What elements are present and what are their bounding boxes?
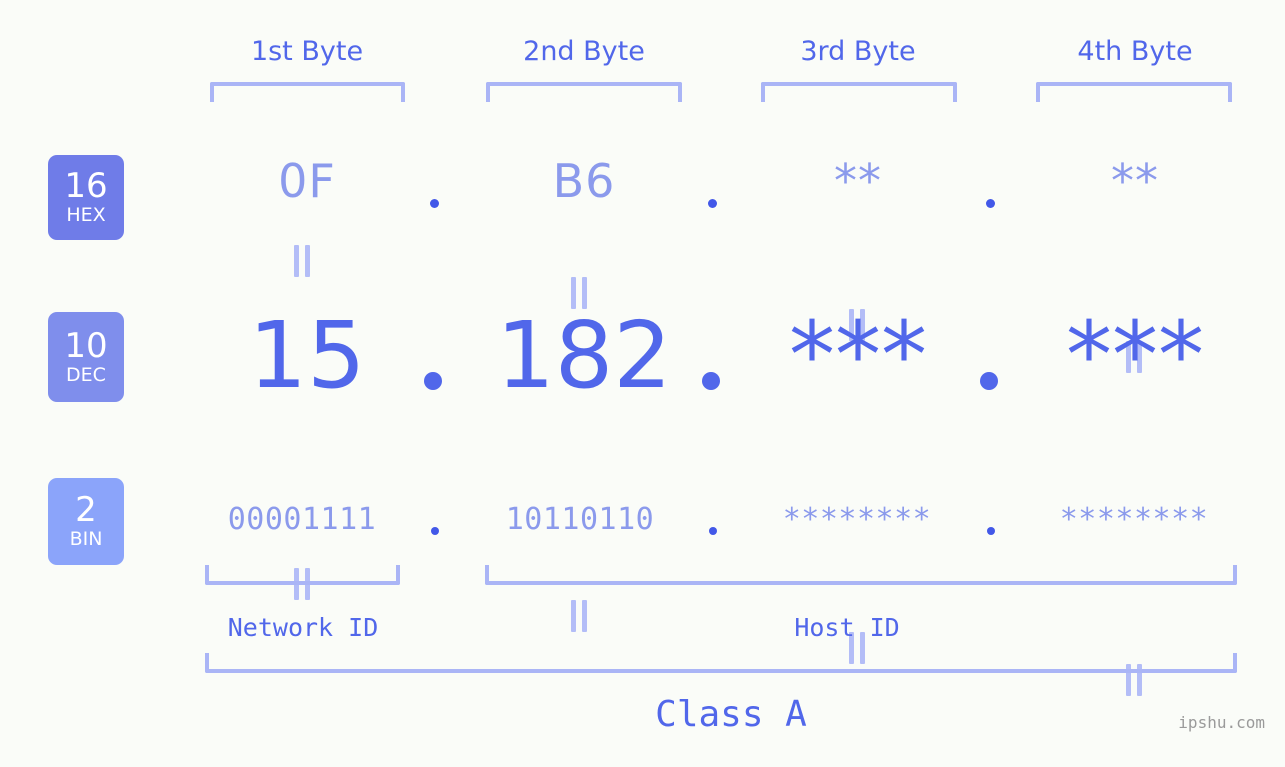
byte-bracket-4 — [1036, 82, 1232, 102]
network-id-label: Network ID — [227, 613, 379, 642]
hex-value-byte-1: 0F — [278, 154, 336, 208]
host-id-bracket — [485, 565, 1237, 585]
class-label: Class A — [655, 694, 807, 735]
network-id-bracket — [205, 565, 400, 585]
hex-value-byte-2: B6 — [552, 154, 616, 208]
byte-header-2: 2nd Byte — [523, 36, 645, 67]
bin-value-byte-2: 10110110 — [505, 502, 655, 537]
ip-address-breakdown-diagram: 1st Byte 2nd Byte 3rd Byte 4th Byte 16 H… — [0, 0, 1285, 767]
hex-value-byte-3: ** — [834, 154, 882, 208]
base-badge-dec: 10 DEC — [48, 312, 124, 402]
dec-value-byte-1: 15 — [248, 302, 366, 409]
dec-value-byte-2: 182 — [496, 302, 672, 409]
dot-separator-dec-3 — [980, 372, 998, 390]
bin-value-byte-4: ******** — [1059, 502, 1209, 537]
dot-separator-dec-2 — [702, 372, 720, 390]
byte-bracket-1 — [210, 82, 405, 102]
byte-header-1: 1st Byte — [250, 36, 364, 67]
dot-separator-dec-1 — [424, 372, 442, 390]
byte-bracket-2 — [486, 82, 682, 102]
byte-header-4: 4th Byte — [1077, 36, 1193, 67]
dot-separator-bin-1 — [431, 527, 439, 535]
dot-separator-hex-3 — [986, 199, 995, 208]
bin-value-byte-3: ******** — [782, 502, 932, 537]
dec-value-byte-3: *** — [789, 302, 927, 409]
dot-separator-hex-2 — [708, 199, 717, 208]
base-badge-dec-number: 10 — [64, 325, 108, 366]
dot-separator-hex-1 — [430, 199, 439, 208]
byte-header-3: 3rd Byte — [800, 36, 916, 67]
dec-value-byte-4: *** — [1066, 302, 1204, 409]
byte-bracket-3 — [761, 82, 957, 102]
class-bracket — [205, 653, 1237, 673]
base-badge-hex-label: HEX — [66, 204, 106, 226]
bin-value-byte-1: 00001111 — [227, 502, 377, 537]
base-badge-hex: 16 HEX — [48, 155, 124, 240]
dot-separator-bin-3 — [987, 527, 995, 535]
base-badge-bin: 2 BIN — [48, 478, 124, 565]
equals-icon-hex-dec-1 — [294, 245, 310, 277]
host-id-label: Host ID — [794, 613, 900, 642]
base-badge-bin-number: 2 — [75, 490, 97, 530]
base-badge-hex-number: 16 — [64, 166, 108, 206]
equals-icon-dec-bin-2 — [571, 600, 587, 632]
base-badge-bin-label: BIN — [69, 528, 103, 550]
hex-value-byte-4: ** — [1111, 154, 1159, 208]
watermark: ipshu.com — [1178, 713, 1265, 732]
base-badge-dec-label: DEC — [66, 363, 106, 386]
dot-separator-bin-2 — [709, 527, 717, 535]
